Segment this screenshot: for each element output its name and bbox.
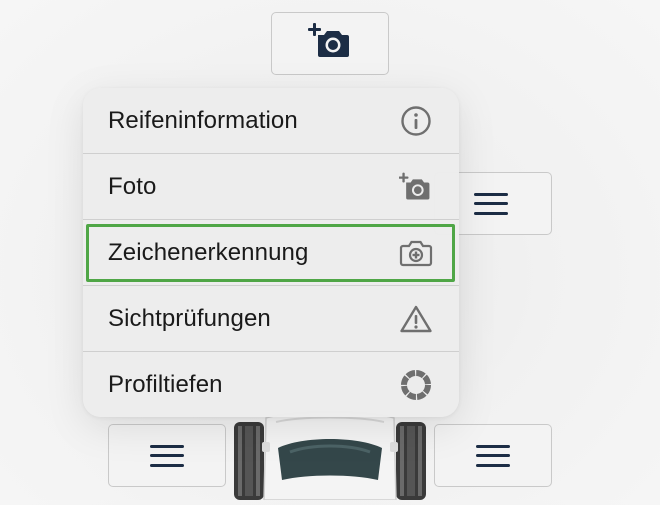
menu-item-profiltiefen[interactable]: Profiltiefen xyxy=(83,352,459,417)
menu-item-label: Reifeninformation xyxy=(108,106,298,134)
tire-action-menu: Reifeninformation Foto Zeichenerkennung xyxy=(83,88,459,417)
menu-item-label: Sichtprüfungen xyxy=(108,304,271,332)
info-circle-icon xyxy=(399,104,433,138)
hamburger-menu-icon xyxy=(150,444,184,467)
menu-item-foto[interactable]: Foto xyxy=(83,154,459,219)
vehicle-top-view-illustration xyxy=(232,408,428,501)
hamburger-menu-icon xyxy=(476,444,510,467)
menu-item-label: Profiltiefen xyxy=(108,370,223,398)
bottom-left-position-menu-button[interactable] xyxy=(108,424,226,487)
add-photo-icon xyxy=(399,170,433,204)
warning-triangle-icon xyxy=(399,302,433,336)
tire-front-left xyxy=(234,422,264,500)
selected-item-highlight xyxy=(86,224,455,282)
tire-front-right xyxy=(396,422,426,500)
tire-ring-icon xyxy=(399,368,433,402)
menu-item-label: Foto xyxy=(108,172,157,200)
menu-item-sichtpruefungen[interactable]: Sichtprüfungen xyxy=(83,286,459,351)
hamburger-menu-icon xyxy=(474,192,508,215)
add-photo-icon xyxy=(308,21,352,66)
menu-item-reifeninformation[interactable]: Reifeninformation xyxy=(83,88,459,153)
add-photo-button[interactable] xyxy=(271,12,389,75)
bottom-right-position-menu-button[interactable] xyxy=(434,424,552,487)
